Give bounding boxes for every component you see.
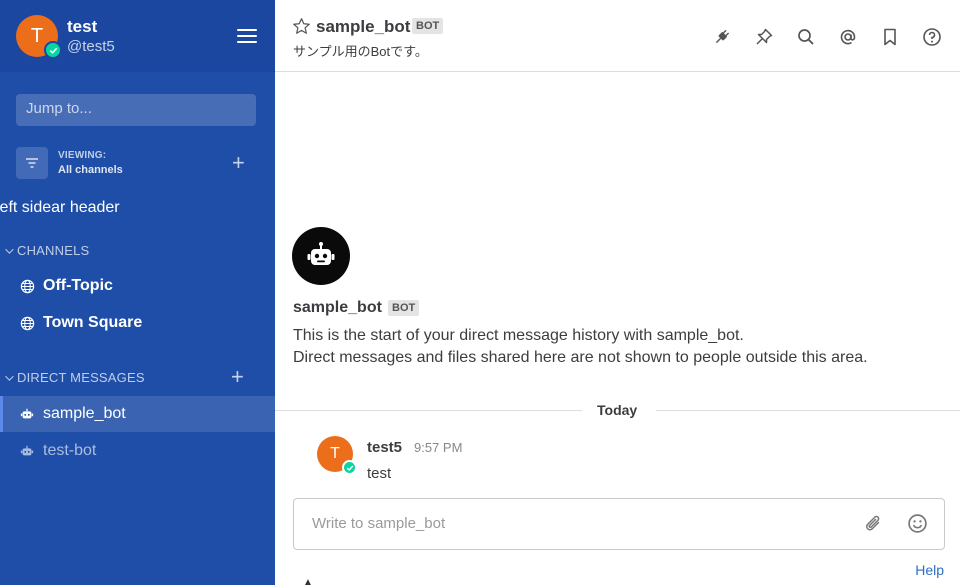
help-link[interactable]: Help	[915, 562, 944, 578]
bot-badge: BOT	[388, 300, 420, 316]
sidebar-item-label: Town Square	[43, 314, 143, 331]
sidebar-item-town-square[interactable]: Town Square	[0, 305, 275, 341]
globe-icon	[19, 278, 35, 294]
channel-header: sample_bot BOT サンプル用のBotです。	[275, 0, 960, 72]
sidebar-item-label: Off-Topic	[43, 277, 113, 294]
viewing-value: All channels	[58, 164, 123, 176]
sidebar-item-sample-bot[interactable]: sample_bot	[0, 396, 275, 432]
avatar-letter: T	[30, 24, 44, 47]
add-channel-plus-icon[interactable]: +	[232, 152, 245, 174]
plugin-icon[interactable]	[711, 26, 732, 47]
user-display-name: test	[67, 17, 98, 36]
online-status-icon	[44, 41, 62, 59]
sidebar-item-label: test-bot	[43, 442, 97, 459]
bot-icon	[19, 443, 35, 459]
mouse-cursor-icon: ▲	[303, 577, 313, 585]
sidebar-item-label: sample_bot	[43, 405, 126, 422]
bot-badge: BOT	[412, 18, 444, 34]
message-input-placeholder: Write to sample_bot	[312, 515, 446, 532]
main-panel: sample_bot BOT サンプル用のBotです。 sample_bot B…	[275, 0, 960, 585]
channel-title[interactable]: sample_bot	[316, 17, 410, 37]
intro-text-line-2: Direct messages and files shared here ar…	[293, 349, 868, 366]
message-username[interactable]: test5	[367, 439, 402, 456]
bot-icon	[307, 242, 335, 265]
bot-icon	[19, 406, 35, 422]
sidebar-custom-header: left sidear header	[0, 199, 120, 216]
help-icon[interactable]	[921, 26, 942, 47]
main-menu-icon[interactable]	[237, 29, 257, 43]
add-dm-plus-icon[interactable]: +	[231, 366, 244, 388]
attachment-icon[interactable]	[864, 513, 884, 540]
jump-to-input[interactable]: Jump to...	[16, 94, 256, 126]
sidebar: T test @test5 Jump to... VIEWING: All ch…	[0, 0, 275, 585]
filter-icon[interactable]	[16, 147, 48, 179]
mention-icon[interactable]	[837, 26, 858, 47]
channel-description: サンプル用のBotです。	[293, 44, 428, 59]
message-text: test	[367, 465, 392, 482]
search-icon[interactable]	[795, 26, 816, 47]
emoji-icon[interactable]	[907, 513, 928, 539]
user-handle: @test5	[67, 38, 115, 55]
viewing-label: VIEWING:	[58, 150, 107, 161]
direct-messages-section-title[interactable]: DIRECT MESSAGES	[3, 370, 145, 385]
sidebar-item-off-topic[interactable]: Off-Topic	[0, 268, 275, 304]
bookmark-icon[interactable]	[879, 26, 900, 47]
chevron-down-icon	[5, 371, 14, 381]
message-input[interactable]: Write to sample_bot	[293, 498, 945, 550]
sidebar-header: T test @test5	[0, 0, 275, 72]
intro-bot-name[interactable]: sample_bot	[293, 299, 382, 317]
channel-header-icons	[711, 26, 942, 47]
intro-text-line-1: This is the start of your direct message…	[293, 327, 744, 344]
channels-section-title[interactable]: CHANNELS	[3, 243, 89, 258]
sidebar-item-test-bot[interactable]: test-bot	[0, 433, 275, 469]
user-avatar[interactable]: T	[16, 15, 62, 59]
online-status-icon	[342, 460, 357, 475]
favorite-star-icon[interactable]	[292, 17, 311, 41]
bot-avatar[interactable]	[292, 227, 350, 285]
pin-icon[interactable]	[753, 26, 774, 47]
message-timestamp[interactable]: 9:57 PM	[414, 440, 462, 455]
message-avatar[interactable]: T	[317, 436, 357, 475]
chevron-down-icon	[5, 244, 14, 254]
date-separator: Today	[275, 401, 960, 419]
globe-icon	[19, 315, 35, 331]
channel-filter[interactable]: VIEWING: All channels	[16, 147, 256, 181]
